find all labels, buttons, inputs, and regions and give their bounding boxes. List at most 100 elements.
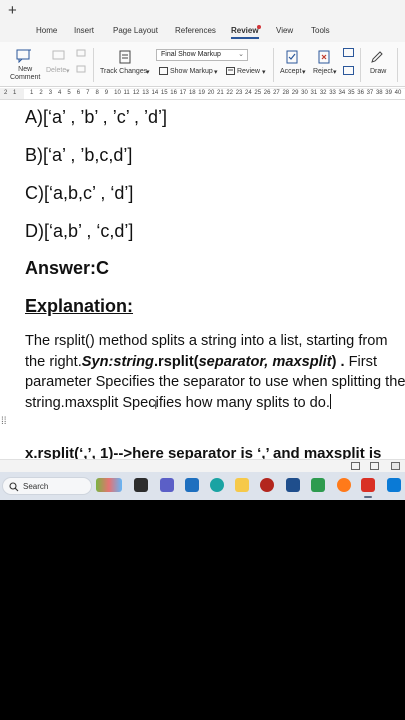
print-layout-icon[interactable]	[370, 462, 379, 470]
markup-mode-select[interactable]: Final Show Markup ⌄	[156, 49, 248, 61]
ruler-number: 27	[273, 90, 280, 96]
taskbar: Search	[0, 472, 405, 500]
chevron-down-icon: ⌄	[238, 51, 244, 58]
tab-tools[interactable]: Tools	[311, 26, 330, 35]
ruler-number: 17	[179, 90, 187, 96]
new-tab-button[interactable]: +	[8, 2, 17, 20]
app-icon-blue[interactable]	[286, 478, 300, 492]
vscode-icon[interactable]	[387, 478, 401, 492]
status-bar	[0, 459, 405, 472]
ruler-number: 32	[319, 90, 327, 96]
ruler-number: 4	[58, 90, 62, 96]
document-page[interactable]: A)[‘a’ , ’b’ , ’c’ , ’d’] B)[‘a’ , ’b,c,…	[0, 100, 405, 459]
accept-icon[interactable]	[285, 50, 299, 64]
title-bar: +	[0, 0, 405, 22]
ruler-number: 33	[329, 90, 336, 96]
ruler-number: 6	[76, 90, 81, 96]
delete-button[interactable]: Delete	[46, 67, 66, 74]
ruler-number: 1	[30, 90, 34, 96]
ruler-number: 14	[151, 90, 159, 96]
option-a: A)[‘a’ , ’b’ , ’c’ , ’d’]	[25, 107, 168, 127]
next-comment-icon	[76, 65, 86, 73]
explanation-heading: Explanation:	[25, 296, 134, 316]
ruler-number: 38	[375, 90, 383, 96]
previous-change-icon[interactable]	[343, 48, 354, 57]
new-comment-icon[interactable]	[16, 49, 32, 63]
para-close: ) .	[331, 353, 345, 370]
show-markup-dropdown-icon[interactable]: ▾	[214, 68, 218, 76]
wps-office-icon[interactable]	[361, 478, 375, 492]
app-icon-green[interactable]	[311, 478, 325, 492]
notification-dot	[257, 25, 261, 29]
tab-insert[interactable]: Insert	[74, 26, 94, 35]
previous-comment-icon	[76, 49, 86, 57]
tab-review[interactable]: Review	[231, 26, 259, 39]
option-b: B)[‘a’ , ’b,c,d’]	[25, 145, 133, 165]
ruler-number: 3	[48, 90, 53, 96]
pen-icon[interactable]	[370, 50, 384, 64]
explanation-paragraph: The rsplit() method splits a string into…	[25, 331, 405, 413]
ruler-number: 13	[142, 90, 149, 96]
ruler-number: 40	[394, 90, 402, 96]
track-changes-button[interactable]: Track Changes	[100, 68, 147, 75]
ruler-number: 29	[291, 90, 299, 96]
ruler-number: 39	[385, 90, 392, 96]
firefox-icon[interactable]	[337, 478, 351, 492]
delete-dropdown-icon[interactable]: ▾	[66, 67, 70, 75]
ruler-number: 18	[188, 90, 196, 96]
photos-icon[interactable]	[185, 478, 199, 492]
read-mode-icon[interactable]	[351, 462, 360, 470]
show-markup-icon	[159, 67, 168, 75]
ruler-number: 19	[198, 90, 205, 96]
new-comment-label-2: Comment	[10, 74, 41, 81]
ruler-number: 9	[104, 90, 109, 96]
reject-button[interactable]: Reject	[313, 68, 333, 75]
delete-comment-icon	[52, 50, 65, 60]
file-explorer-icon[interactable]	[235, 478, 249, 492]
tab-references[interactable]: References	[175, 26, 216, 35]
ruler-number: 37	[366, 90, 374, 96]
track-changes-icon[interactable]	[118, 50, 132, 64]
reject-dropdown-icon[interactable]: ▾	[333, 68, 337, 76]
tab-view[interactable]: View	[276, 26, 293, 35]
edge-icon[interactable]	[210, 478, 224, 492]
tab-page-layout[interactable]: Page Layout	[113, 26, 158, 35]
app-icon-red[interactable]	[260, 478, 274, 492]
review-dropdown-icon[interactable]: ▾	[262, 68, 266, 76]
taskbar-search-label: Search	[23, 482, 49, 491]
ruler-number: 12	[132, 90, 140, 96]
accept-dropdown-icon[interactable]: ▾	[302, 68, 306, 76]
taskbar-search[interactable]: Search	[2, 477, 92, 495]
para-rsplit: .rsplit(	[153, 353, 199, 370]
tab-home[interactable]: Home	[36, 26, 57, 35]
ruler-number: 7	[86, 90, 90, 96]
new-comment-button[interactable]: New Comment	[10, 66, 40, 82]
weather-widget-icon[interactable]	[96, 478, 122, 492]
ruler-number: 2	[39, 90, 43, 96]
move-handle-icon[interactable]: ⁞⁞	[1, 416, 7, 427]
reject-icon[interactable]	[317, 50, 331, 64]
para-params: separator, maxsplit	[198, 353, 332, 370]
task-view-icon[interactable]	[134, 478, 148, 492]
accept-button[interactable]: Accept	[280, 68, 301, 75]
answer-text: Answer:C	[25, 258, 110, 278]
para-syntax: Syn:string	[81, 353, 154, 370]
draw-button[interactable]: Draw	[370, 68, 386, 75]
ruler-number: 26	[263, 90, 271, 96]
teams-icon[interactable]	[160, 478, 174, 492]
ruler-number: 1	[13, 90, 17, 96]
next-change-icon[interactable]	[343, 66, 354, 75]
ruler-number: 24	[245, 90, 252, 96]
ruler-number: 36	[357, 90, 364, 96]
review-pane-button[interactable]: Review	[237, 68, 260, 75]
ruler-number: 28	[282, 90, 290, 96]
markup-mode-value: Final Show Markup	[161, 51, 221, 58]
show-markup-button[interactable]: Show Markup	[170, 68, 213, 75]
ibeam-cursor-icon: I	[154, 398, 158, 412]
ruler-number: 8	[95, 90, 99, 96]
web-layout-icon[interactable]	[391, 462, 400, 470]
ruler-number: 5	[67, 90, 71, 96]
horizontal-ruler[interactable]: 2 1 1 2 3 4 5 6 7 8 9 10 11 12 13 14 15 16 17 18 19 20 21 22 23 2…	[0, 88, 405, 100]
review-pane-icon	[226, 67, 235, 75]
track-changes-dropdown-icon[interactable]: ▾	[146, 68, 150, 76]
